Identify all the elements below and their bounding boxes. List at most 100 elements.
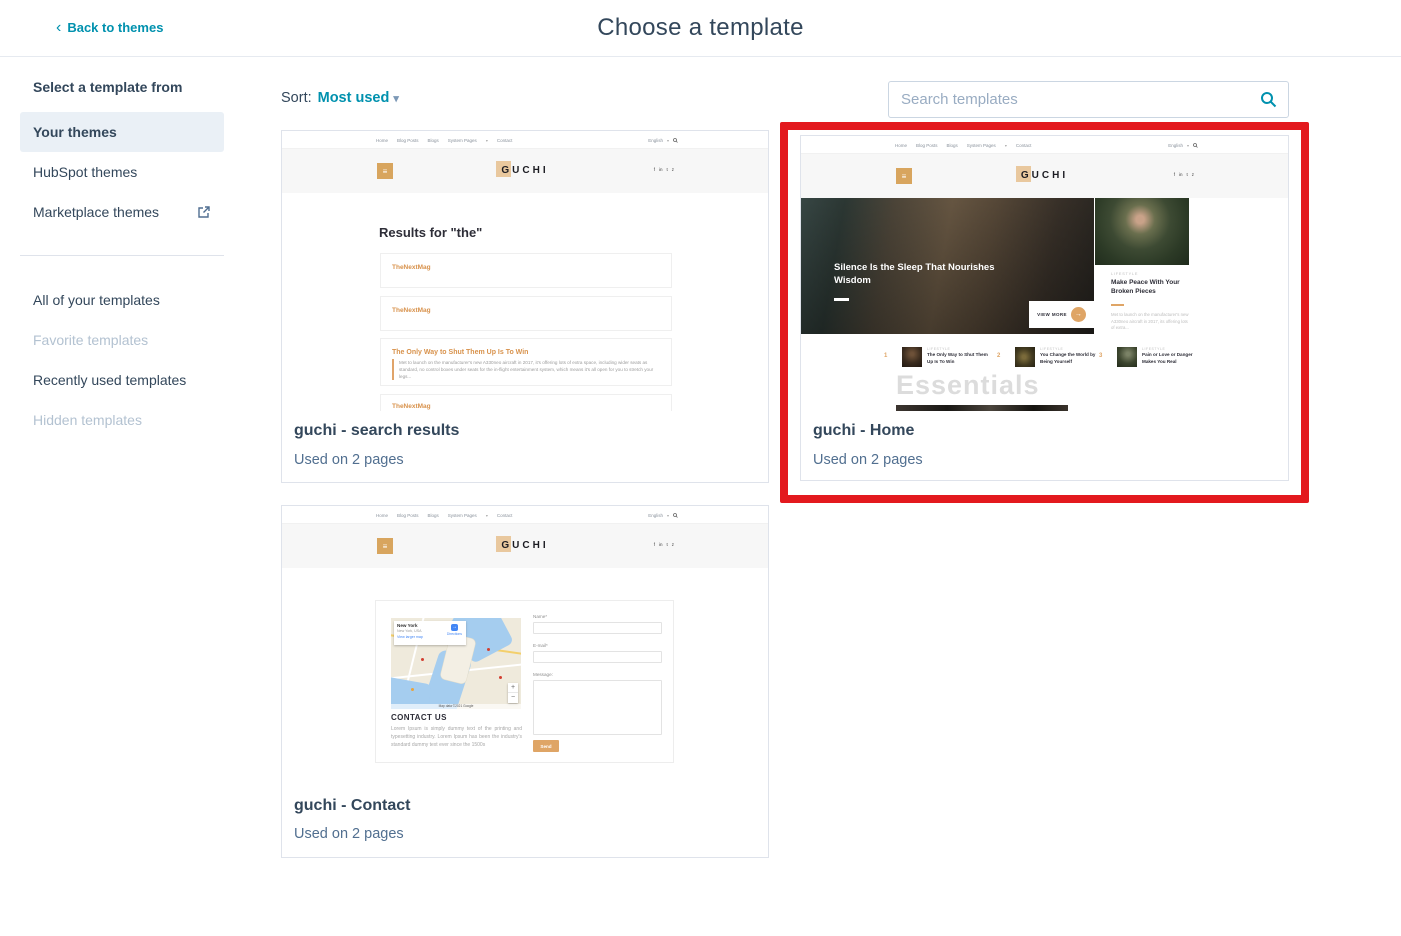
article-category: LIFESTYLE bbox=[1142, 347, 1166, 351]
linkedin-icon: in bbox=[658, 167, 663, 172]
linkedin-icon: in bbox=[1178, 172, 1183, 177]
message-field bbox=[533, 680, 662, 735]
name-field bbox=[533, 622, 662, 634]
preview-nav-link: Contact bbox=[1015, 142, 1032, 148]
map-marker bbox=[411, 688, 414, 691]
search-templates-box bbox=[888, 81, 1289, 118]
preview-article: 3 LIFESTYLE Pain or Love or Danger Makes… bbox=[1099, 345, 1199, 371]
preview-social-icons: f in t z bbox=[654, 167, 674, 172]
map-zoom-controls: + − bbox=[508, 683, 518, 703]
external-link-icon bbox=[197, 205, 211, 219]
template-title: guchi - Contact bbox=[294, 797, 411, 814]
preview-nav-link: Blog Posts bbox=[916, 142, 938, 148]
template-usage: Used on 2 pages bbox=[294, 826, 404, 842]
caret-down-icon: ▾ bbox=[393, 92, 399, 105]
preview-nav: Home Blog Posts Blogs System Pages ▾ Con… bbox=[801, 136, 1288, 154]
preview-results-heading: Results for "the" bbox=[379, 225, 483, 240]
article-number: 2 bbox=[997, 353, 1001, 359]
page-title: Choose a template bbox=[597, 14, 804, 41]
preview-result-item: The Only Way to Shut Them Up Is To Win M… bbox=[380, 338, 672, 386]
result-link: TheNextMag bbox=[392, 403, 431, 410]
preview-header: ≡ GUCHI f in t z bbox=[801, 154, 1288, 198]
search-input[interactable] bbox=[889, 91, 1260, 108]
preview-nav-link: Blog Posts bbox=[397, 137, 419, 143]
preview-nav-link: Contact bbox=[496, 512, 513, 518]
sidebar-item-favorite-templates[interactable]: Favorite templates bbox=[20, 320, 224, 360]
preview-language: English bbox=[648, 137, 663, 143]
message-label: Message: bbox=[533, 672, 553, 677]
selected-card-outline: Home Blog Posts Blogs System Pages ▾ Con… bbox=[780, 122, 1309, 503]
caret-down-icon: ▾ bbox=[1186, 142, 1189, 148]
caret-down-icon: ▾ bbox=[1004, 142, 1007, 148]
facebook-icon: f bbox=[653, 167, 655, 172]
map-marker bbox=[421, 658, 424, 661]
caret-down-icon: ▾ bbox=[666, 512, 669, 518]
contact-us-heading: CONTACT US bbox=[391, 713, 447, 722]
view-more-label: VIEW MORE bbox=[1037, 312, 1067, 317]
top-header: ‹ Back to themes Choose a template bbox=[0, 0, 1401, 57]
preview-result-item: TheNextMag bbox=[380, 296, 672, 331]
preview-result-item: TheNextMag bbox=[380, 253, 672, 288]
template-card-home[interactable]: Home Blog Posts Blogs System Pages ▾ Con… bbox=[800, 135, 1289, 481]
email-field bbox=[533, 651, 662, 663]
caret-down-icon: ▾ bbox=[485, 512, 488, 518]
name-label: Name* bbox=[533, 614, 548, 619]
article-number: 3 bbox=[1099, 353, 1103, 359]
feature-title: Make Peace With Your Broken Pieces bbox=[1111, 279, 1180, 295]
twitter-icon: t bbox=[1186, 172, 1188, 177]
view-more-button: VIEW MORE → bbox=[1029, 301, 1094, 328]
sort-label: Sort: bbox=[281, 90, 312, 106]
result-link: TheNextMag bbox=[392, 307, 431, 314]
template-card-contact[interactable]: Home Blog Posts Blogs System Pages ▾ Con… bbox=[281, 505, 769, 858]
article-category: LIFESTYLE bbox=[1040, 347, 1064, 351]
arrow-right-icon: → bbox=[1070, 307, 1086, 322]
template-usage: Used on 2 pages bbox=[813, 452, 923, 468]
feature-category: LIFESTYLE bbox=[1111, 272, 1139, 276]
template-title: guchi - Home bbox=[813, 422, 915, 439]
sidebar-item-your-themes[interactable]: Your themes bbox=[20, 112, 224, 152]
sidebar-item-label: Recently used templates bbox=[33, 372, 187, 388]
preview-nav-link: Home bbox=[895, 142, 908, 148]
sidebar-item-hidden-templates[interactable]: Hidden templates bbox=[20, 400, 224, 440]
preview-social-icons: f in t z bbox=[654, 542, 674, 547]
preview-nav-link: Blogs bbox=[427, 137, 439, 143]
directions-label: Directions bbox=[446, 632, 462, 636]
twitter-icon: t bbox=[666, 542, 668, 547]
logo-right: CHI bbox=[522, 165, 549, 176]
template-thumbnail: Home Blog Posts Blogs System Pages ▾ Con… bbox=[801, 136, 1288, 411]
result-excerpt: Met to launch on the manufacturer's new … bbox=[392, 359, 663, 380]
preview-nav: Home Blog Posts Blogs System Pages ▾ Con… bbox=[282, 131, 768, 149]
preview-result-item: TheNextMag bbox=[380, 394, 672, 411]
article-title: Pain or Love or Danger Makes You Real bbox=[1142, 352, 1193, 364]
facebook-icon: f bbox=[653, 542, 655, 547]
template-card-search-results[interactable]: Home Blog Posts Blogs System Pages ▾ Con… bbox=[281, 130, 769, 483]
sidebar-item-all-templates[interactable]: All of your templates bbox=[20, 280, 224, 320]
search-icon[interactable] bbox=[1260, 91, 1277, 108]
feature-underline bbox=[1111, 304, 1124, 306]
map-directions: → Directions bbox=[447, 624, 462, 636]
article-category: LIFESTYLE bbox=[927, 347, 951, 351]
hero-image: Silence Is the Sleep That Nourishes Wisd… bbox=[801, 198, 1094, 334]
directions-icon: → bbox=[450, 624, 458, 631]
sidebar-item-label: All of your templates bbox=[33, 292, 160, 308]
sidebar-item-marketplace-themes[interactable]: Marketplace themes bbox=[20, 192, 224, 232]
feature-excerpt: Met to launch on the manufacturer's new … bbox=[1111, 312, 1189, 330]
sort-dropdown[interactable]: Most used ▾ bbox=[318, 90, 399, 106]
search-icon bbox=[1193, 142, 1198, 148]
logo-left: GU bbox=[1020, 170, 1042, 181]
sidebar-item-label: Hidden templates bbox=[33, 412, 142, 428]
zoom-in-icon: + bbox=[508, 683, 518, 693]
zoom-out-icon: − bbox=[510, 694, 516, 701]
sidebar-item-recently-used-templates[interactable]: Recently used templates bbox=[20, 360, 224, 400]
map-marker bbox=[487, 648, 490, 651]
sidebar-item-hubspot-themes[interactable]: HubSpot themes bbox=[20, 152, 224, 192]
sort-control: Sort: Most used ▾ bbox=[281, 90, 399, 106]
logo-right: CHI bbox=[1041, 170, 1069, 181]
preview-nav-link: Blog Posts bbox=[397, 512, 419, 518]
hero-underline bbox=[834, 298, 849, 301]
caret-down-icon: ▾ bbox=[666, 137, 669, 143]
map-attribution: Map data ©2021 Google bbox=[391, 704, 521, 709]
template-thumbnail: Home Blog Posts Blogs System Pages ▾ Con… bbox=[282, 131, 768, 411]
contact-section: New York New York, USA View larger map →… bbox=[375, 600, 674, 763]
sidebar-item-label: Favorite templates bbox=[33, 332, 149, 348]
